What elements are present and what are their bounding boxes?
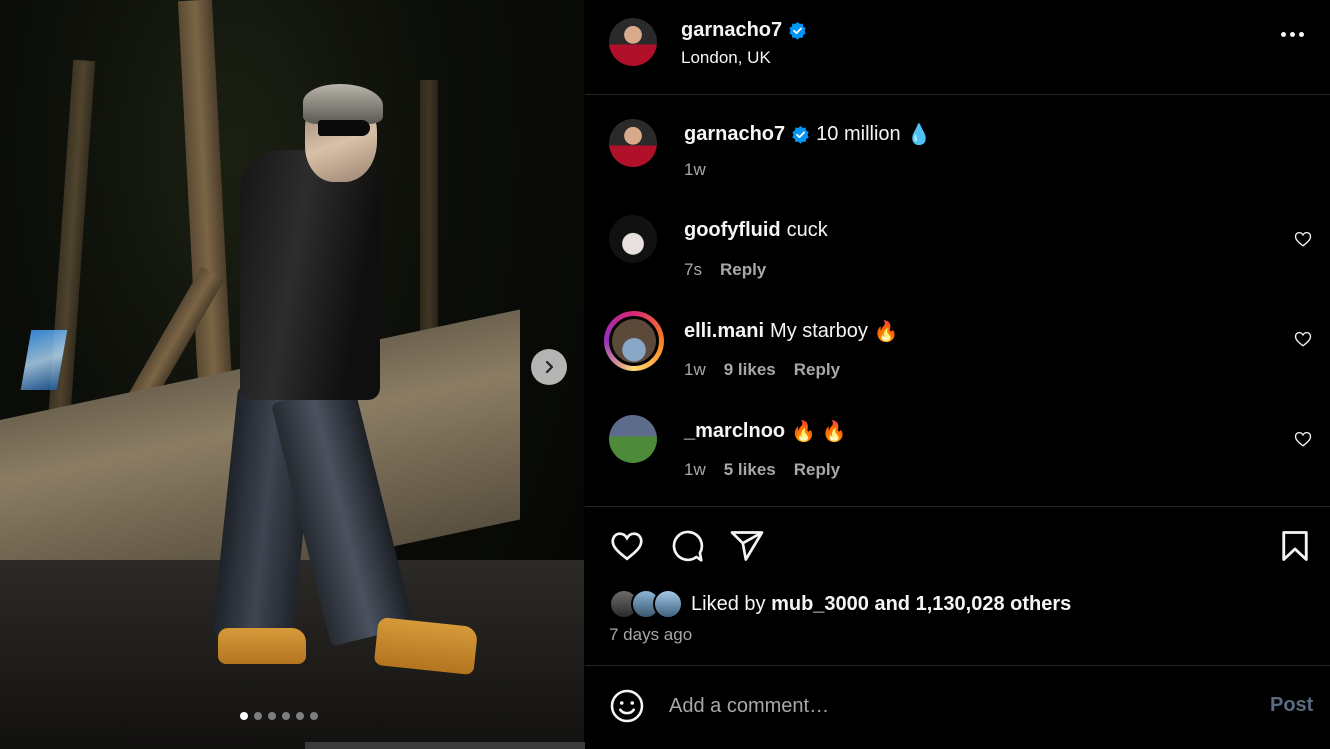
comment-avatar[interactable] (609, 215, 657, 263)
share-paper-plane-icon[interactable] (729, 528, 765, 564)
post-photo[interactable] (0, 0, 584, 749)
post-location[interactable]: London, UK (681, 48, 771, 68)
liked-by-avatars[interactable] (609, 589, 685, 619)
photo-person-sunglasses (318, 120, 370, 136)
verified-badge-icon (789, 21, 806, 40)
photo-person-boot (218, 628, 306, 664)
liked-by-user[interactable]: mub_3000 (771, 593, 869, 615)
comment-meta: 1w 9 likes Reply (684, 360, 840, 380)
carousel-dot (296, 712, 304, 720)
comment-avatar[interactable] (609, 415, 657, 463)
liked-by-and: and (874, 593, 911, 615)
carousel-next-button[interactable] (531, 349, 567, 385)
author-avatar[interactable] (609, 18, 657, 66)
comment-time[interactable]: 1w (684, 460, 706, 480)
header-divider (585, 94, 1330, 95)
chevron-right-icon (545, 360, 554, 374)
like-comment-heart-icon[interactable] (1294, 230, 1312, 248)
comment-time[interactable]: 1w (684, 360, 706, 380)
more-dot-icon (1299, 32, 1304, 37)
more-options-button[interactable] (1281, 32, 1304, 37)
carousel-dot (240, 712, 248, 720)
save-bookmark-icon[interactable] (1277, 528, 1313, 564)
more-dot-icon (1281, 32, 1286, 37)
post-comment-button[interactable]: Post (1270, 694, 1313, 717)
comments-divider (585, 506, 1330, 507)
verified-badge-icon (792, 125, 809, 144)
more-dot-icon (1290, 32, 1295, 37)
comment-item: elli.mani My starboy 🔥 (684, 319, 899, 344)
caption-avatar[interactable] (609, 119, 657, 167)
photo-person-hair (303, 84, 383, 124)
emoji-picker-icon[interactable] (609, 688, 645, 724)
comment-likes[interactable]: 5 likes (724, 460, 776, 480)
liked-by-others-count[interactable]: 1,130,028 others (916, 593, 1072, 615)
comment-avatar[interactable] (609, 316, 659, 366)
caption-username[interactable]: garnacho7 (684, 123, 785, 146)
post-side-panel: garnacho7 London, UK garnacho7 10 millio… (585, 0, 1330, 749)
composer-divider (585, 665, 1330, 666)
comment-meta: 7s Reply (684, 260, 766, 280)
carousel-dot (310, 712, 318, 720)
comment-likes[interactable]: 9 likes (724, 360, 776, 380)
reply-button[interactable]: Reply (720, 260, 766, 280)
comment-meta: 1w 5 likes Reply (684, 460, 840, 480)
carousel-dot (282, 712, 290, 720)
add-comment-input[interactable] (669, 692, 1249, 720)
caption-text: 10 million (816, 123, 901, 145)
comment-body: cuck (786, 219, 828, 241)
reply-button[interactable]: Reply (794, 360, 840, 380)
like-comment-heart-icon[interactable] (1294, 330, 1312, 348)
carousel-dot (254, 712, 262, 720)
comment-time[interactable]: 7s (684, 260, 702, 280)
caption: garnacho7 10 million 💧 (684, 122, 932, 147)
fire-emoji: 🔥 (873, 321, 899, 343)
carousel-dots (240, 712, 318, 720)
like-heart-icon[interactable] (609, 528, 645, 564)
droplet-emoji: 💧 (906, 124, 932, 146)
post-timestamp[interactable]: 7 days ago (609, 625, 692, 645)
comment-username[interactable]: elli.mani (684, 320, 764, 343)
caption-meta: 1w (684, 160, 706, 180)
photo-person-jacket (240, 150, 380, 400)
like-comment-heart-icon[interactable] (1294, 430, 1312, 448)
reply-button[interactable]: Reply (794, 460, 840, 480)
comment-item: goofyfluid cuck (684, 219, 828, 242)
liked-by-text: Liked by mub_3000 and 1,130,028 others (691, 593, 1071, 616)
photo-person-boot (373, 616, 479, 676)
comment-body: My starboy (770, 320, 868, 342)
author-username[interactable]: garnacho7 (681, 19, 782, 42)
author-header: garnacho7 (681, 19, 807, 42)
comment-username[interactable]: _marclnoo (684, 420, 785, 443)
carousel-dot (268, 712, 276, 720)
fire-emoji: 🔥 🔥 (791, 421, 847, 443)
comment-item: _marclnoo 🔥 🔥 (684, 419, 847, 444)
liker-avatar (653, 589, 683, 619)
comment-username[interactable]: goofyfluid (684, 219, 781, 242)
liked-by-prefix: Liked by (691, 593, 766, 615)
comment-bubble-icon[interactable] (669, 528, 705, 564)
caption-time[interactable]: 1w (684, 160, 706, 180)
